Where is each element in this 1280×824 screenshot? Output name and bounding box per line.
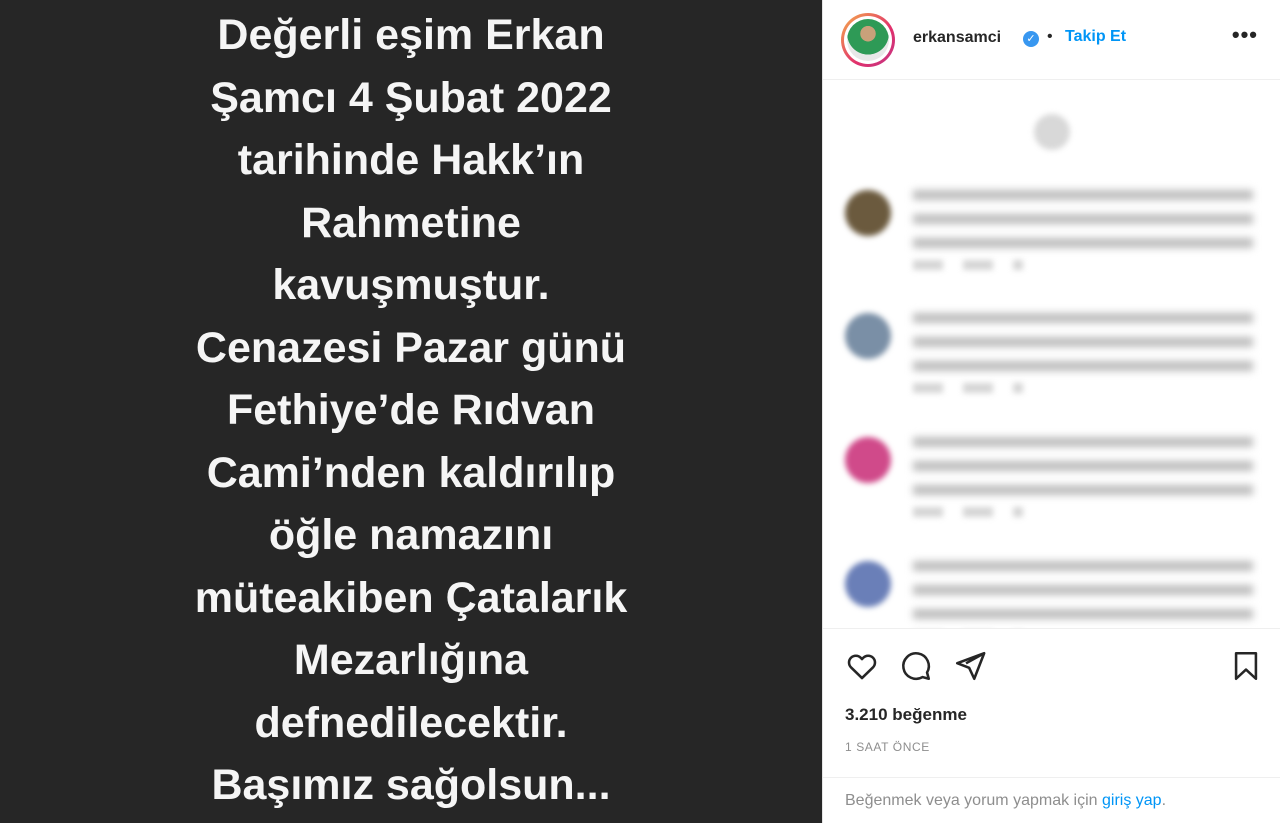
post-text-line: Cami’nden kaldırılıp — [206, 448, 616, 497]
comment-avatar[interactable] — [845, 190, 891, 236]
login-prompt-text: Beğenmek veya yorum yapmak için giriş ya… — [845, 792, 1166, 810]
comment-item — [823, 313, 1280, 423]
post-text-line: defnedilecektir. — [254, 698, 568, 747]
comment-meta-blurred — [913, 507, 1023, 517]
heart-icon[interactable] — [845, 649, 879, 683]
likes-count[interactable]: 3.210 beğenme — [845, 705, 967, 725]
login-link[interactable]: giriş yap — [1102, 792, 1162, 809]
comment-text-blurred — [913, 561, 1253, 621]
avatar-photo — [847, 19, 889, 61]
comment-icon[interactable] — [899, 649, 933, 683]
verified-badge-icon: ✓ — [1023, 31, 1039, 47]
comment-meta-blurred — [913, 260, 1023, 270]
comment-avatar[interactable] — [845, 313, 891, 359]
comment-text-blurred — [913, 190, 1253, 250]
post-header: erkansamci ✓ • Takip Et ••• — [823, 0, 1280, 80]
post-text-line: Cenazesi Pazar günü — [195, 323, 627, 372]
post-text-line: Değerli eşim Erkan — [217, 11, 605, 60]
loading-spinner-icon — [1034, 114, 1070, 150]
login-prompt-suffix: . — [1161, 792, 1167, 809]
post-text-line: Fethiye’de Rıdvan — [227, 386, 595, 435]
comment-text-blurred — [913, 437, 1253, 497]
username-link[interactable]: erkansamci — [913, 29, 1001, 47]
more-options-icon[interactable]: ••• — [1232, 22, 1258, 48]
comment-meta-blurred — [913, 383, 1023, 393]
post-text-line: Şamcı 4 Şubat 2022 — [210, 73, 612, 122]
post-image[interactable]: Değerli eşim Erkan Şamcı 4 Şubat 2022 ta… — [0, 0, 822, 823]
post-actions: 3.210 beğenme 1 SAAT ÖNCE Beğenmek veya … — [823, 628, 1280, 823]
bookmark-icon[interactable] — [1229, 649, 1263, 683]
post-caption-image-text: Değerli eşim Erkan Şamcı 4 Şubat 2022 ta… — [131, 4, 691, 817]
post-timestamp[interactable]: 1 SAAT ÖNCE — [845, 740, 930, 754]
post-text-line: Rahmetine — [301, 198, 521, 247]
comment-item — [823, 561, 1280, 628]
post-text-line: tarihinde Hakk’ın — [237, 136, 585, 185]
separator-dot: • — [1047, 28, 1053, 45]
comment-text-blurred — [913, 313, 1253, 373]
share-icon[interactable] — [953, 649, 987, 683]
follow-button[interactable]: Takip Et — [1065, 28, 1126, 46]
post-text-line: Başımız sağolsun... — [211, 761, 611, 810]
login-prompt: Beğenmek veya yorum yapmak için giriş ya… — [823, 777, 1280, 824]
avatar-frame — [844, 16, 892, 64]
comment-item — [823, 437, 1280, 547]
comment-avatar[interactable] — [845, 561, 891, 607]
post-side-panel: erkansamci ✓ • Takip Et ••• 3.210 beğenm… — [822, 0, 1280, 823]
post-text-line: öğle namazını — [268, 511, 554, 560]
avatar[interactable] — [841, 13, 895, 67]
post-text-line: kavuşmuştur. — [272, 261, 550, 310]
comments-list[interactable] — [823, 80, 1280, 628]
login-prompt-prefix: Beğenmek veya yorum yapmak için — [845, 792, 1102, 809]
comment-item — [823, 190, 1280, 300]
post-text-line: Mezarlığına — [293, 636, 529, 685]
post-text-line: müteakiben Çatalarık — [194, 573, 628, 622]
comment-avatar[interactable] — [845, 437, 891, 483]
